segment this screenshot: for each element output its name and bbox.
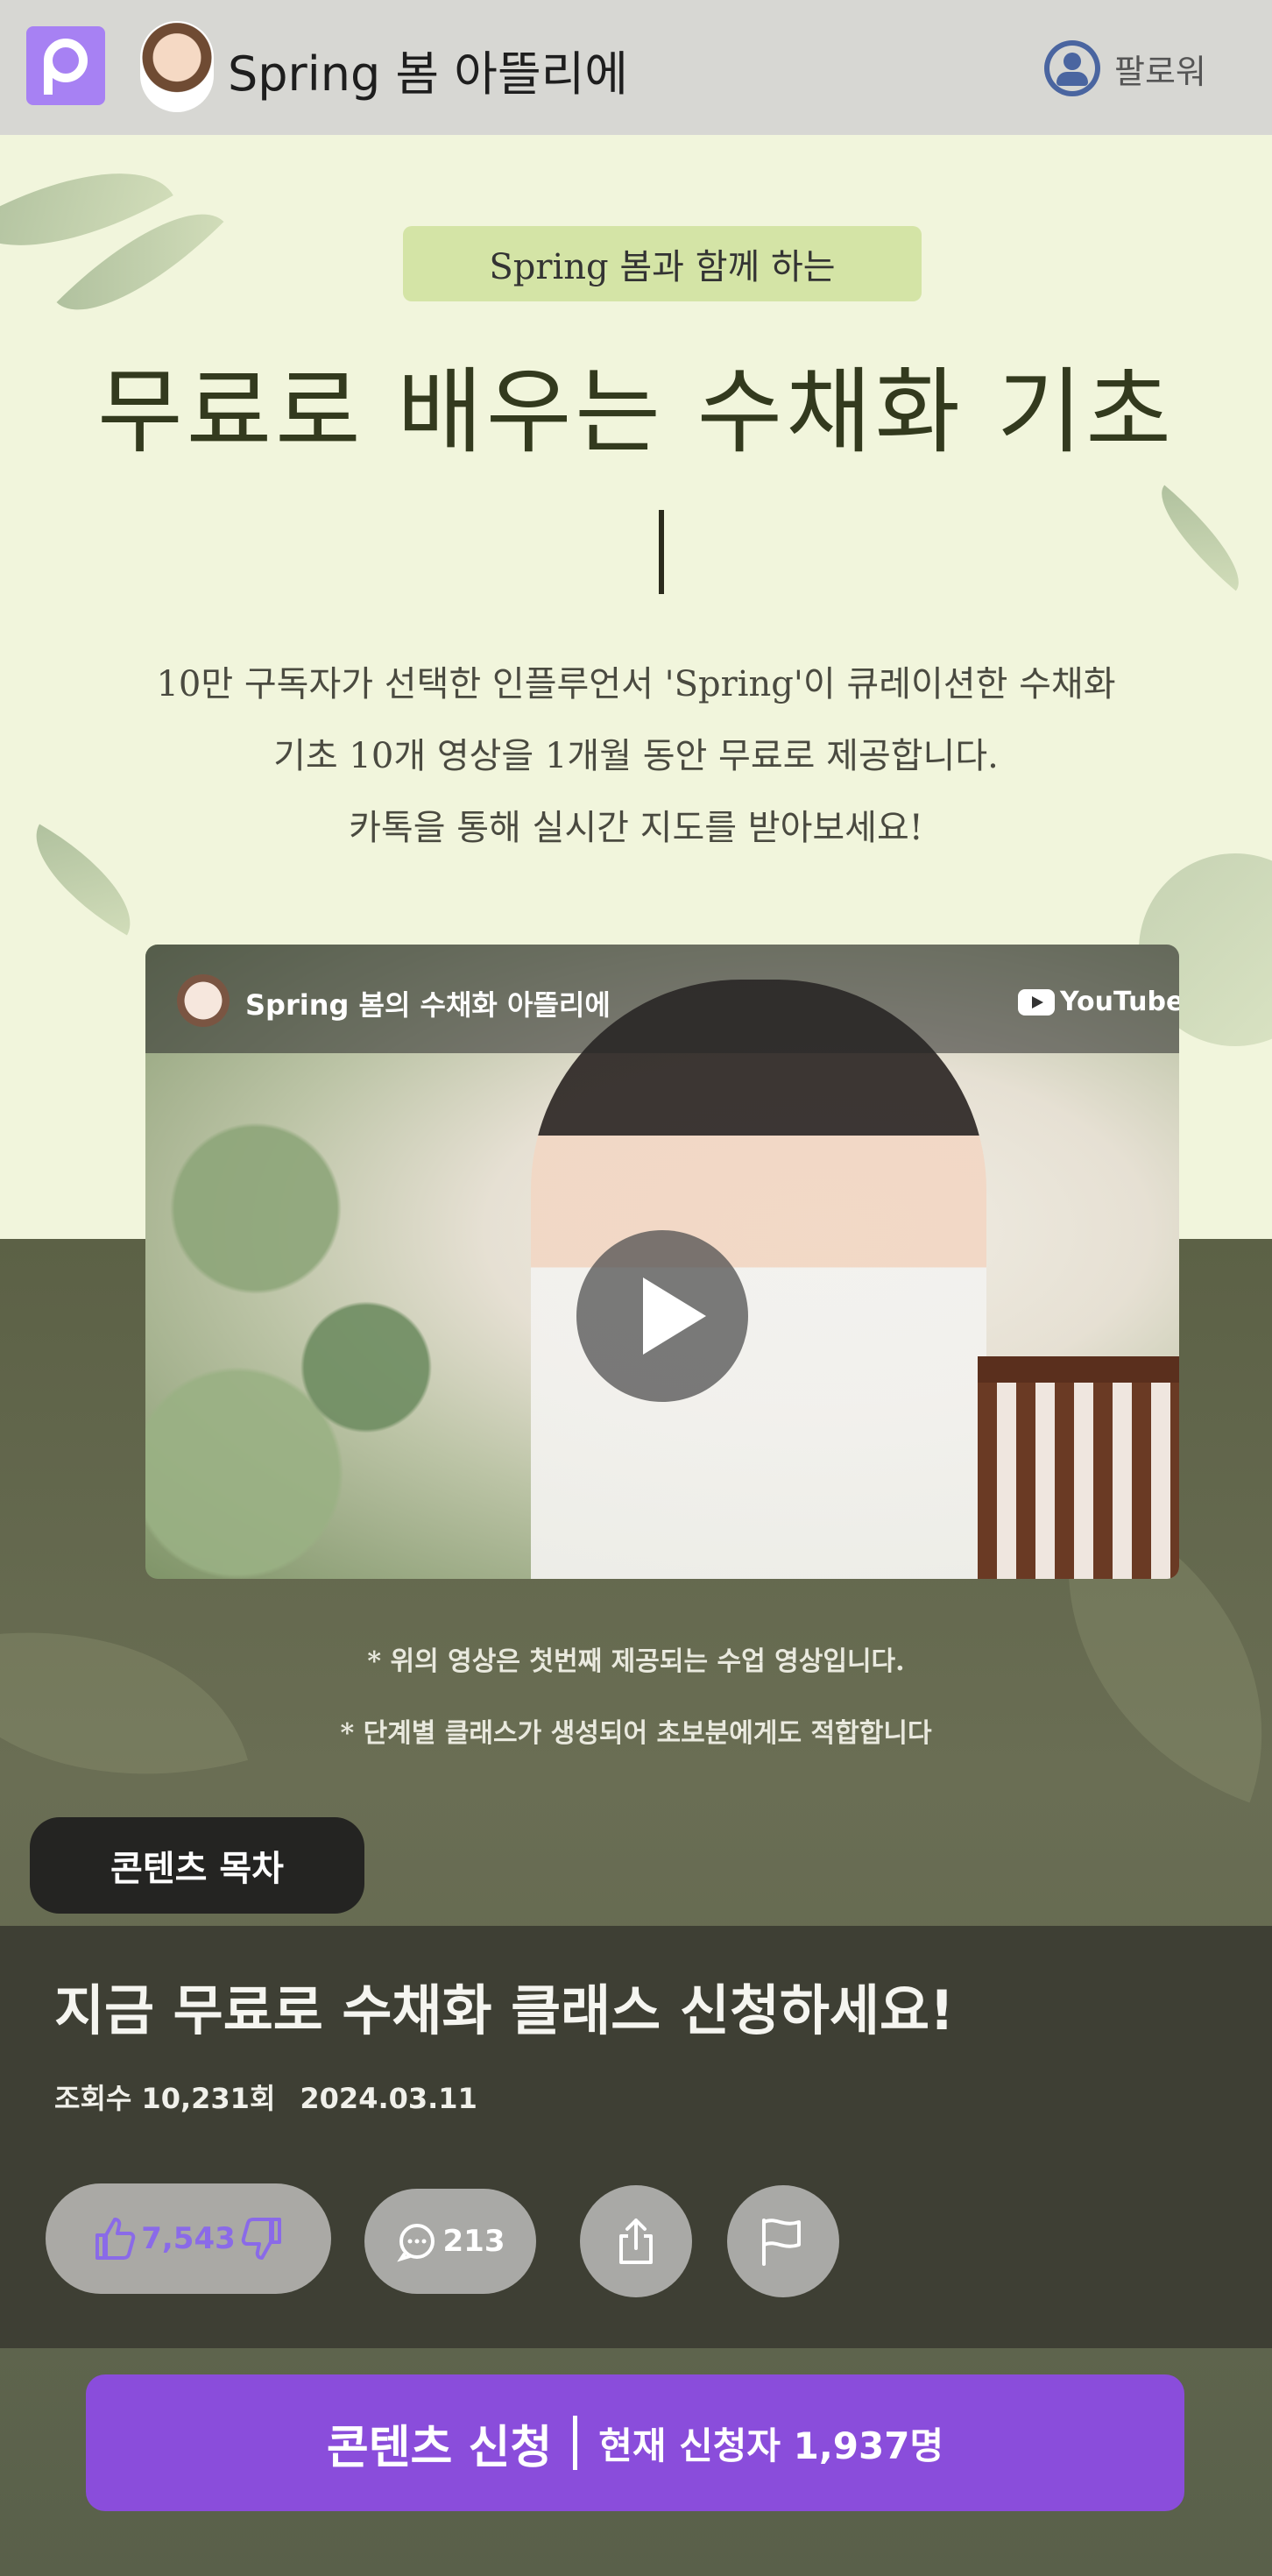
youtube-label: YouTube	[1060, 987, 1179, 1017]
channel-avatar[interactable]	[140, 21, 214, 112]
comment-icon	[396, 2224, 435, 2262]
video-channel-avatar[interactable]	[177, 974, 230, 1027]
play-button-icon[interactable]	[576, 1230, 748, 1402]
thumbs-down-icon[interactable]	[241, 2216, 283, 2261]
leaf-decoration	[1141, 485, 1259, 591]
video-player[interactable]: Spring 봄의 수채화 아뜰리에 YouTube	[145, 945, 1179, 1579]
thumbs-up-icon[interactable]	[94, 2216, 136, 2261]
user-icon	[1044, 40, 1100, 96]
youtube-icon	[1018, 988, 1055, 1016]
post-title: 지금 무료로 수채화 클래스 신청하세요!	[54, 1978, 955, 2042]
video-channel-title[interactable]: Spring 봄의 수채화 아뜰리에	[245, 983, 611, 1023]
follow-button[interactable]: 팔로워	[1044, 40, 1206, 96]
share-icon	[619, 2219, 653, 2264]
cta-divider	[573, 2416, 578, 2470]
video-note: * 단계별 클래스가 생성되어 초보분에게도 적합합니다	[340, 1718, 932, 1749]
video-note: * 위의 영상은 첫번째 제공되는 수업 영상입니다.	[367, 1646, 905, 1677]
video-thumbnail-plants	[145, 1050, 513, 1579]
comment-button[interactable]: 213	[364, 2189, 536, 2294]
follow-label: 팔로워	[1114, 52, 1206, 91]
comment-count: 213	[442, 2224, 505, 2259]
share-button[interactable]	[580, 2185, 692, 2297]
report-button[interactable]	[727, 2185, 839, 2297]
apply-label: 콘텐츠 신청	[326, 2421, 553, 2474]
app-logo-icon[interactable]	[26, 26, 105, 105]
applicant-count: 현재 신청자 1,937명	[598, 2424, 944, 2467]
apply-content-button[interactable]: 콘텐츠 신청 현재 신청자 1,937명	[86, 2374, 1184, 2511]
post-meta: 조회수 10,231회 2024.03.11	[54, 2077, 477, 2117]
hero-badge: Spring 봄과 함께 하는	[403, 226, 922, 301]
video-thumbnail-chair	[978, 1356, 1179, 1579]
video-title-bar: Spring 봄의 수채화 아뜰리에 YouTube	[145, 945, 1179, 1053]
hero-description-line: 10만 구독자가 선택한 인플루언서 'Spring'이 큐레이션한 수채화	[156, 664, 1116, 704]
text-cursor	[659, 510, 664, 594]
post-date: 2024.03.11	[300, 2082, 477, 2115]
app-header: Spring 봄 아뜰리에 팔로워	[0, 0, 1272, 135]
video-notes: * 위의 영상은 첫번째 제공되는 수업 영상입니다. * 단계별 클래스가 생…	[0, 1626, 1272, 1770]
hero-description-line: 카톡을 통해 실시간 지도를 받아보세요!	[349, 808, 923, 848]
content-index-button[interactable]: 콘텐츠 목차	[30, 1817, 364, 1914]
hero-description: 10만 구독자가 선택한 인플루언서 'Spring'이 큐레이션한 수채화 기…	[0, 648, 1272, 864]
youtube-logo[interactable]: YouTube	[1018, 987, 1179, 1017]
view-count: 조회수 10,231회	[54, 2082, 276, 2115]
like-count: 7,543	[141, 2221, 236, 2256]
channel-name[interactable]: Spring 봄 아뜰리에	[228, 35, 628, 104]
flag-icon	[762, 2219, 801, 2266]
hero-description-line: 기초 10개 영상을 1개월 동안 무료로 제공합니다.	[273, 736, 999, 776]
post-info-panel: 지금 무료로 수채화 클래스 신청하세요! 조회수 10,231회 2024.03…	[0, 1926, 1272, 2348]
like-dislike-group: 7,543	[46, 2183, 331, 2294]
hero-title: 무료로 배우는 수채화 기초	[97, 358, 1175, 466]
